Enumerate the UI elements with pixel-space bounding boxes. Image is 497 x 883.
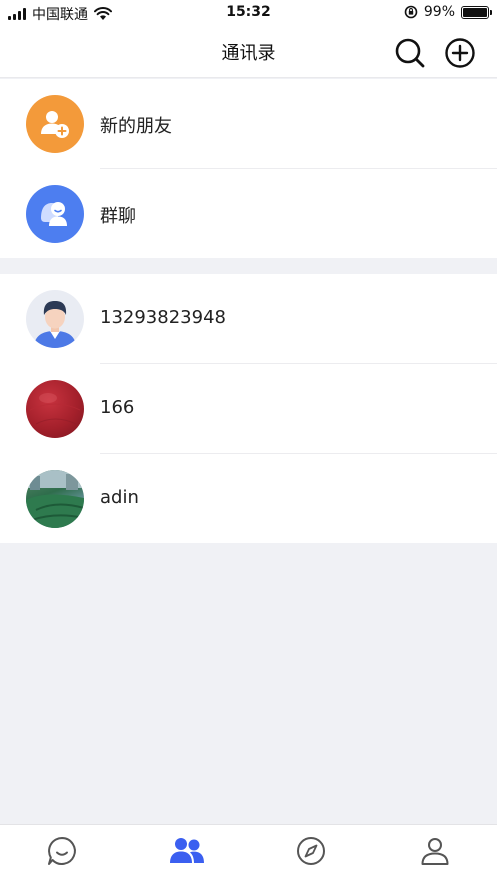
search-button[interactable] — [393, 36, 427, 70]
status-bar: 中国联通 15:32 99% — [0, 0, 497, 26]
tab-discover[interactable] — [291, 831, 331, 871]
new-friends-row[interactable]: 新的朋友 — [0, 79, 497, 169]
contact-row[interactable]: 166 — [0, 364, 497, 454]
contact-name: adin — [100, 487, 139, 508]
orientation-lock-icon — [404, 5, 418, 19]
group-chat-icon — [26, 185, 84, 243]
group-chat-label: 群聊 — [100, 206, 136, 227]
contacts-icon — [170, 838, 204, 863]
photo-avatar — [26, 470, 84, 528]
tab-chat[interactable] — [42, 831, 82, 871]
contact-row[interactable]: 13293823948 — [0, 274, 497, 364]
contact-row[interactable]: adin — [0, 454, 497, 544]
battery-fill — [463, 7, 487, 17]
add-button[interactable] — [443, 36, 477, 70]
compass-icon — [297, 837, 325, 865]
contact-name: 166 — [100, 397, 135, 418]
nav-header: 通讯录 — [0, 26, 497, 78]
profile-icon — [421, 838, 449, 865]
new-friends-label: 新的朋友 — [100, 116, 172, 137]
contact-name: 13293823948 — [100, 307, 226, 328]
search-icon — [395, 38, 425, 68]
red-ball-avatar — [26, 380, 84, 438]
add-circle-icon — [445, 38, 475, 68]
group-chat-row[interactable]: 群聊 — [0, 169, 497, 259]
chat-icon — [48, 837, 76, 865]
add-friend-icon — [26, 95, 84, 153]
contact-list: 13293823948 166 adin — [0, 274, 497, 543]
battery-icon — [461, 5, 492, 19]
status-right: 99% — [404, 4, 492, 20]
default-user-avatar — [26, 290, 84, 348]
tab-me[interactable] — [415, 831, 455, 871]
shortcut-section: 新的朋友 群聊 — [0, 79, 497, 258]
tab-bar — [0, 824, 497, 883]
tab-contacts[interactable] — [167, 831, 207, 871]
battery-percent: 99% — [423, 4, 455, 20]
